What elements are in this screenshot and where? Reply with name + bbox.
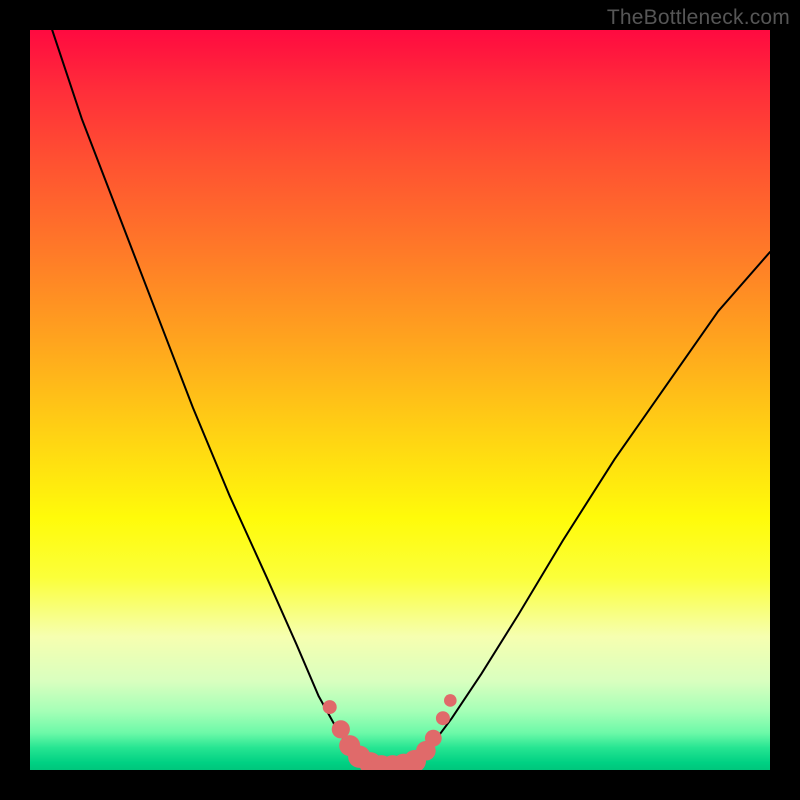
chart-svg bbox=[30, 30, 770, 770]
data-point bbox=[323, 700, 337, 714]
curve-left-curve bbox=[52, 30, 363, 763]
watermark-text: TheBottleneck.com bbox=[607, 6, 790, 30]
data-point bbox=[425, 730, 442, 747]
plot-area bbox=[30, 30, 770, 770]
curve-right-curve bbox=[415, 252, 770, 763]
data-point bbox=[444, 694, 457, 707]
chart-frame: TheBottleneck.com bbox=[0, 0, 800, 800]
data-point bbox=[436, 711, 450, 725]
